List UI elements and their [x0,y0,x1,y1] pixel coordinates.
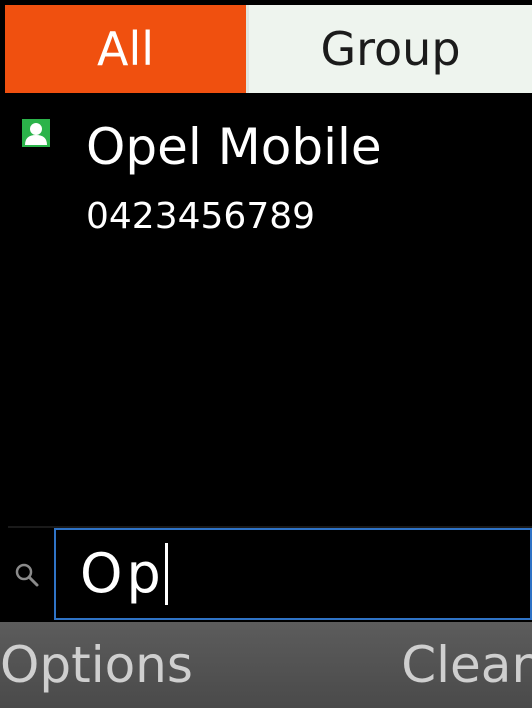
search-input-value: Op [80,542,165,605]
softkey-bar: Options Clear [0,622,532,708]
search-icon [14,562,40,588]
search-input[interactable]: Op [54,528,532,620]
options-softkey[interactable]: Options [0,634,193,696]
contact-name: Opel Mobile [86,118,382,176]
clear-softkey[interactable]: Clear [401,634,532,696]
text-caret [164,543,168,605]
search-bar: Op [8,526,532,620]
tab-all-label: All [96,22,155,76]
tab-bar: All Group [5,5,532,93]
contact-list: Opel Mobile 0423456789 [0,93,532,525]
list-item[interactable]: Opel Mobile 0423456789 [0,111,532,251]
tab-all[interactable]: All [5,5,246,93]
tab-group-label: Group [320,22,461,76]
contact-icon [22,119,50,147]
tab-group[interactable]: Group [246,5,532,93]
phonebook-screen: All Group Opel Mobile 0423456789 Op Opti… [0,0,532,708]
contact-number: 0423456789 [86,196,316,237]
